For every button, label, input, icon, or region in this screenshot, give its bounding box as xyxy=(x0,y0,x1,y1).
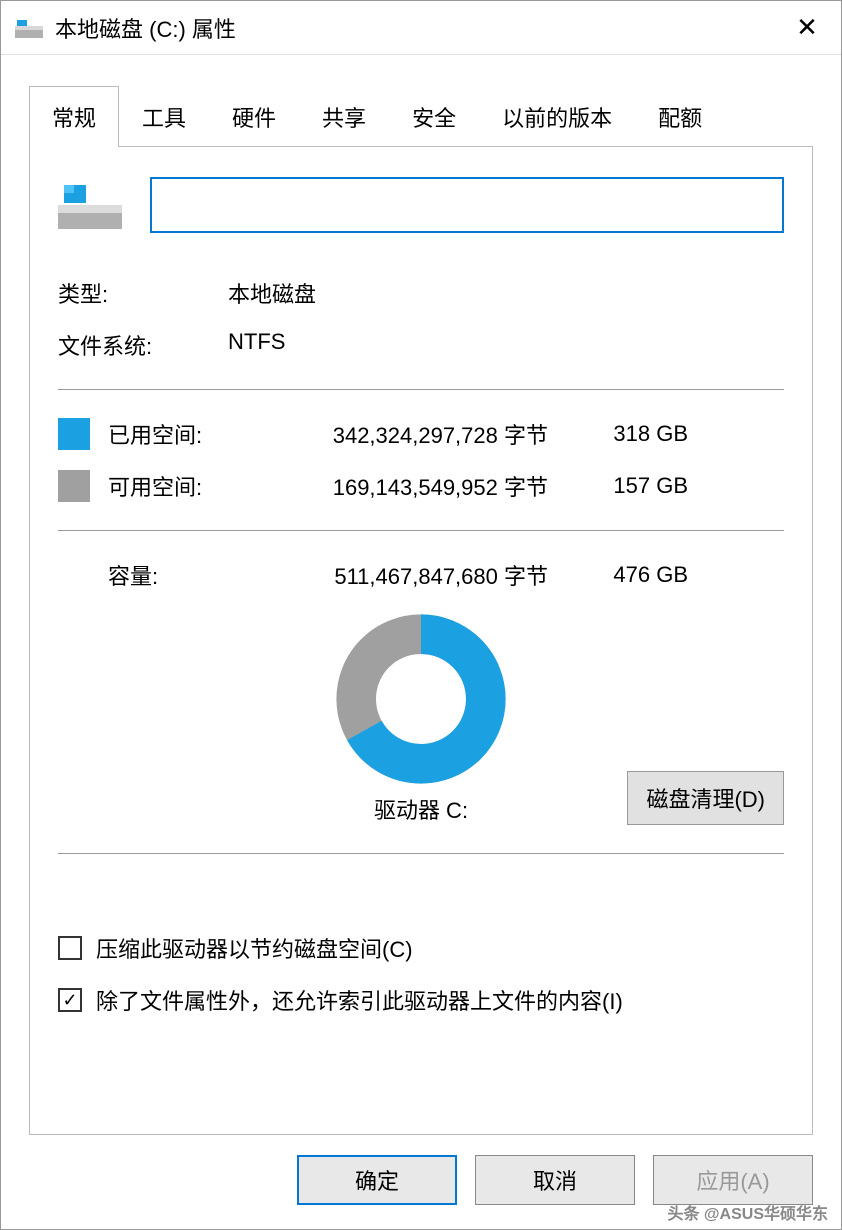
free-space-bytes: 169,143,549,952 字节 xyxy=(278,470,568,502)
index-checkbox-row[interactable]: 除了文件属性外，还允许索引此驱动器上文件的内容(I) xyxy=(58,984,784,1016)
tab-strip: 常规 工具 硬件 共享 安全 以前的版本 配额 xyxy=(1,55,841,146)
tab-hardware[interactable]: 硬件 xyxy=(209,86,299,147)
tab-panel-general: 类型: 本地磁盘 文件系统: NTFS 已用空间: 342,324,297,72… xyxy=(29,146,813,1135)
drive-name-input[interactable] xyxy=(150,177,784,233)
compress-label: 压缩此驱动器以节约磁盘空间(C) xyxy=(96,932,413,964)
properties-window: 本地磁盘 (C:) 属性 ✕ 常规 工具 硬件 共享 安全 以前的版本 配额 类… xyxy=(0,0,842,1230)
divider xyxy=(58,853,784,854)
filesystem-value: NTFS xyxy=(228,329,784,361)
drive-icon-large xyxy=(58,181,122,229)
drive-icon xyxy=(15,18,43,38)
used-space-swatch xyxy=(58,418,90,450)
compress-checkbox-row[interactable]: 压缩此驱动器以节约磁盘空间(C) xyxy=(58,932,784,964)
used-space-bytes: 342,324,297,728 字节 xyxy=(278,418,568,450)
ok-button[interactable]: 确定 xyxy=(297,1155,457,1205)
capacity-bytes: 511,467,847,680 字节 xyxy=(278,559,568,591)
tab-sharing[interactable]: 共享 xyxy=(299,86,389,147)
usage-chart-area: 驱动器 C: 磁盘清理(D) xyxy=(58,609,784,825)
apply-button[interactable]: 应用(A) xyxy=(653,1155,813,1205)
capacity-gb: 476 GB xyxy=(568,562,688,588)
close-button[interactable]: ✕ xyxy=(787,12,827,43)
free-space-label: 可用空间: xyxy=(108,470,278,502)
tab-quota[interactable]: 配额 xyxy=(635,86,725,147)
filesystem-label: 文件系统: xyxy=(58,329,228,361)
type-value: 本地磁盘 xyxy=(228,277,784,309)
tab-previous-versions[interactable]: 以前的版本 xyxy=(479,86,635,147)
divider xyxy=(58,530,784,531)
disk-cleanup-button[interactable]: 磁盘清理(D) xyxy=(627,771,784,825)
cancel-button[interactable]: 取消 xyxy=(475,1155,635,1205)
usage-donut-chart xyxy=(331,609,511,789)
index-label: 除了文件属性外，还允许索引此驱动器上文件的内容(I) xyxy=(96,984,623,1016)
divider xyxy=(58,389,784,390)
capacity-label: 容量: xyxy=(108,559,278,591)
free-space-swatch xyxy=(58,470,90,502)
dialog-footer: 确定 取消 应用(A) xyxy=(1,1135,841,1229)
tab-general[interactable]: 常规 xyxy=(29,86,119,147)
tab-tools[interactable]: 工具 xyxy=(119,86,209,147)
index-checkbox[interactable] xyxy=(58,988,82,1012)
type-label: 类型: xyxy=(58,277,228,309)
titlebar: 本地磁盘 (C:) 属性 ✕ xyxy=(1,1,841,55)
window-title: 本地磁盘 (C:) 属性 xyxy=(55,12,787,44)
free-space-gb: 157 GB xyxy=(568,473,688,499)
tab-security[interactable]: 安全 xyxy=(389,86,479,147)
used-space-label: 已用空间: xyxy=(108,418,278,450)
compress-checkbox[interactable] xyxy=(58,936,82,960)
blank-swatch xyxy=(58,559,90,591)
used-space-gb: 318 GB xyxy=(568,421,688,447)
